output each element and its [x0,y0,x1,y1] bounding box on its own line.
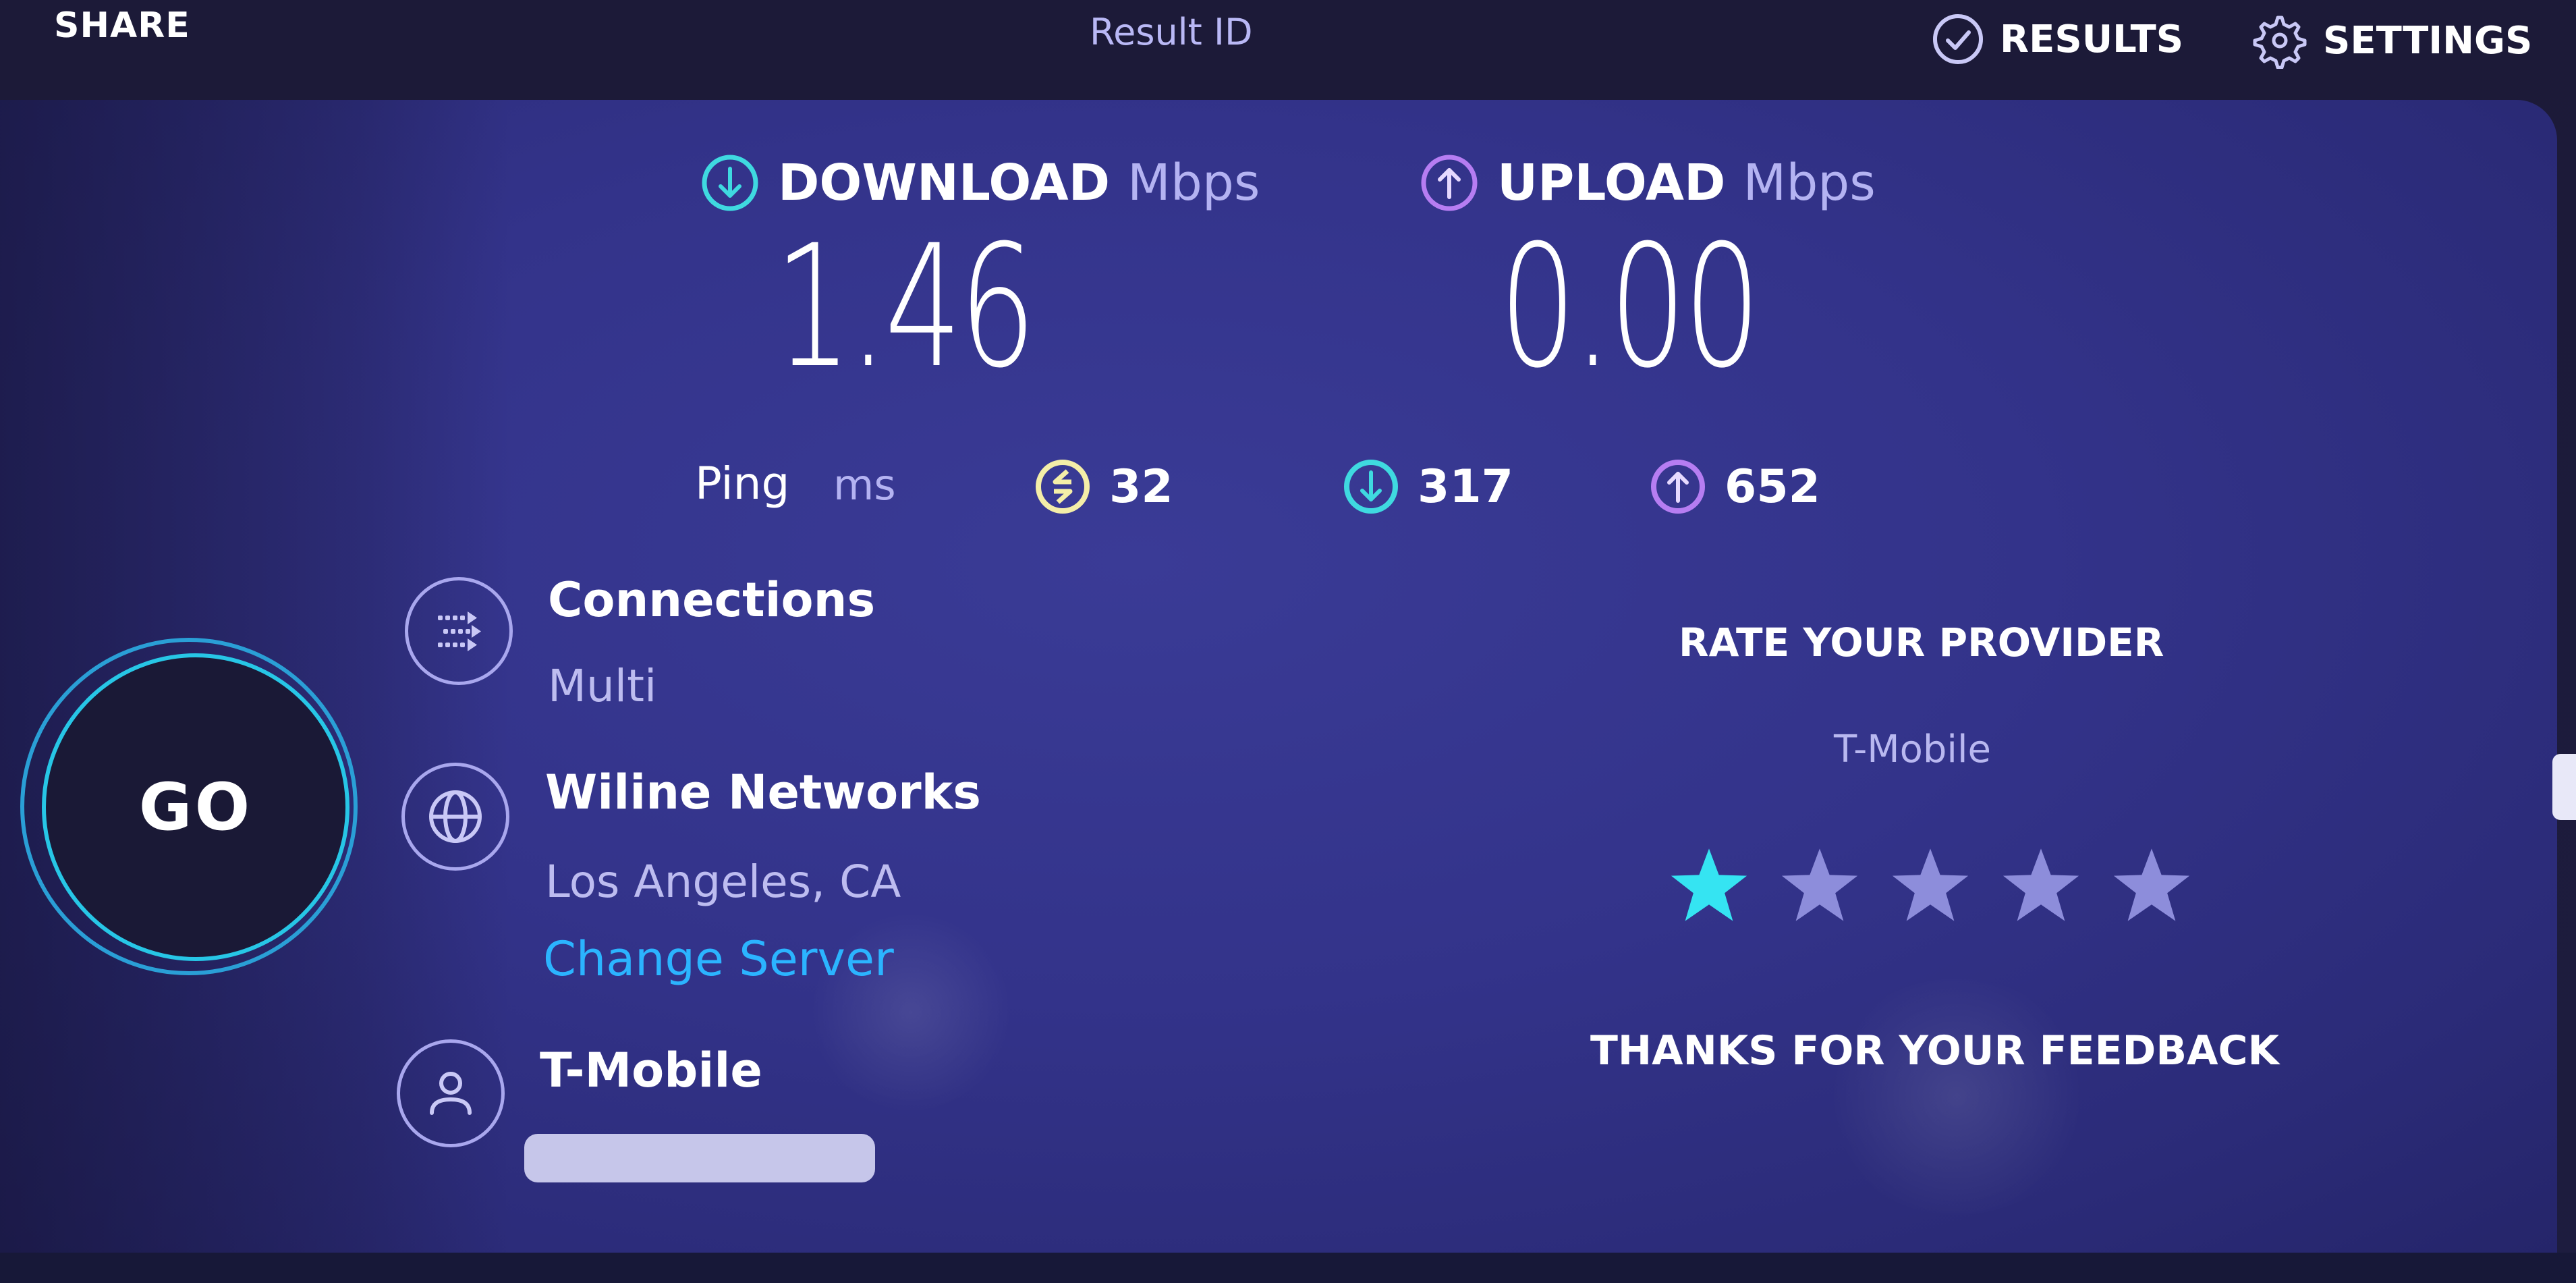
check-circle-icon [1933,14,1983,64]
download-arrow-icon [702,155,758,211]
download-label: DOWNLOAD [778,154,1111,212]
ping-unit: ms [833,460,896,510]
isp-name: T-Mobile [540,1043,762,1098]
bottom-edge [0,1253,2576,1283]
idle-latency-icon [1036,460,1090,514]
star-icon-empty[interactable] [2110,845,2193,925]
server-location: Los Angeles, CA [545,856,901,908]
rate-provider-title: RATE YOUR PROVIDER [1679,620,2164,665]
download-latency-icon [1344,460,1398,514]
connections-icon-button[interactable] [405,577,513,685]
results-button[interactable]: RESULTS [1931,12,2183,66]
upload-label: UPLOAD [1497,154,1726,212]
change-server-link[interactable]: Change Server [543,931,894,987]
results-panel [0,100,2557,1253]
server-icon-button[interactable] [401,763,509,871]
globe-icon [429,790,482,843]
connections-value: Multi [548,660,657,712]
result-id-link[interactable]: Result ID [1090,11,1253,53]
star-rating[interactable] [1668,845,2193,925]
gear-icon [2253,16,2307,69]
star-icon-empty[interactable] [1779,845,1861,925]
ping-label: Ping [695,458,790,510]
ping-upload: 652 [1648,456,1820,517]
download-header: DOWNLOAD Mbps [700,153,1260,213]
ping-row: Ping ms 32 317 652 [695,451,1909,518]
upload-arrow-icon [1421,155,1478,211]
star-icon-empty[interactable] [2000,845,2082,925]
connections-title: Connections [548,572,876,628]
rate-provider-name: T-Mobile [1834,728,1991,771]
settings-button[interactable]: SETTINGS [2251,12,2532,69]
upload-latency-icon [1651,460,1705,514]
ping-download: 317 [1341,456,1513,517]
upload-header: UPLOAD Mbps [1419,153,1876,213]
top-bar: SHARE Result ID RESULTS SETTINGS [0,0,2576,101]
multi-connection-icon [438,611,481,651]
star-icon-filled[interactable] [1668,845,1750,925]
isp-icon-button[interactable] [397,1039,505,1147]
ping-idle: 32 [1032,456,1173,517]
feedback-message: THANKS FOR YOUR FEEDBACK [1590,1027,2280,1074]
star-icon-empty[interactable] [1889,845,1971,925]
server-name: Wiline Networks [545,765,981,820]
ping-download-value: 317 [1418,460,1513,514]
go-button[interactable]: GO [42,653,349,961]
go-label: GO [138,769,253,845]
download-unit: Mbps [1127,154,1260,212]
redacted-ip-address [524,1134,875,1182]
user-icon [430,1072,472,1115]
upload-unit: Mbps [1743,154,1876,212]
settings-label: SETTINGS [2323,18,2533,63]
results-label: RESULTS [2000,17,2184,61]
download-value: 1.46 [775,209,1036,405]
upload-value: 0.00 [1499,209,1761,405]
ping-upload-value: 652 [1725,460,1820,514]
speedtest-screen: SHARE Result ID RESULTS SETTINGS DOWNLOA… [0,0,2576,1283]
ping-idle-value: 32 [1109,460,1173,514]
side-scroll-handle[interactable] [2552,754,2576,820]
share-button[interactable]: SHARE [54,5,190,46]
